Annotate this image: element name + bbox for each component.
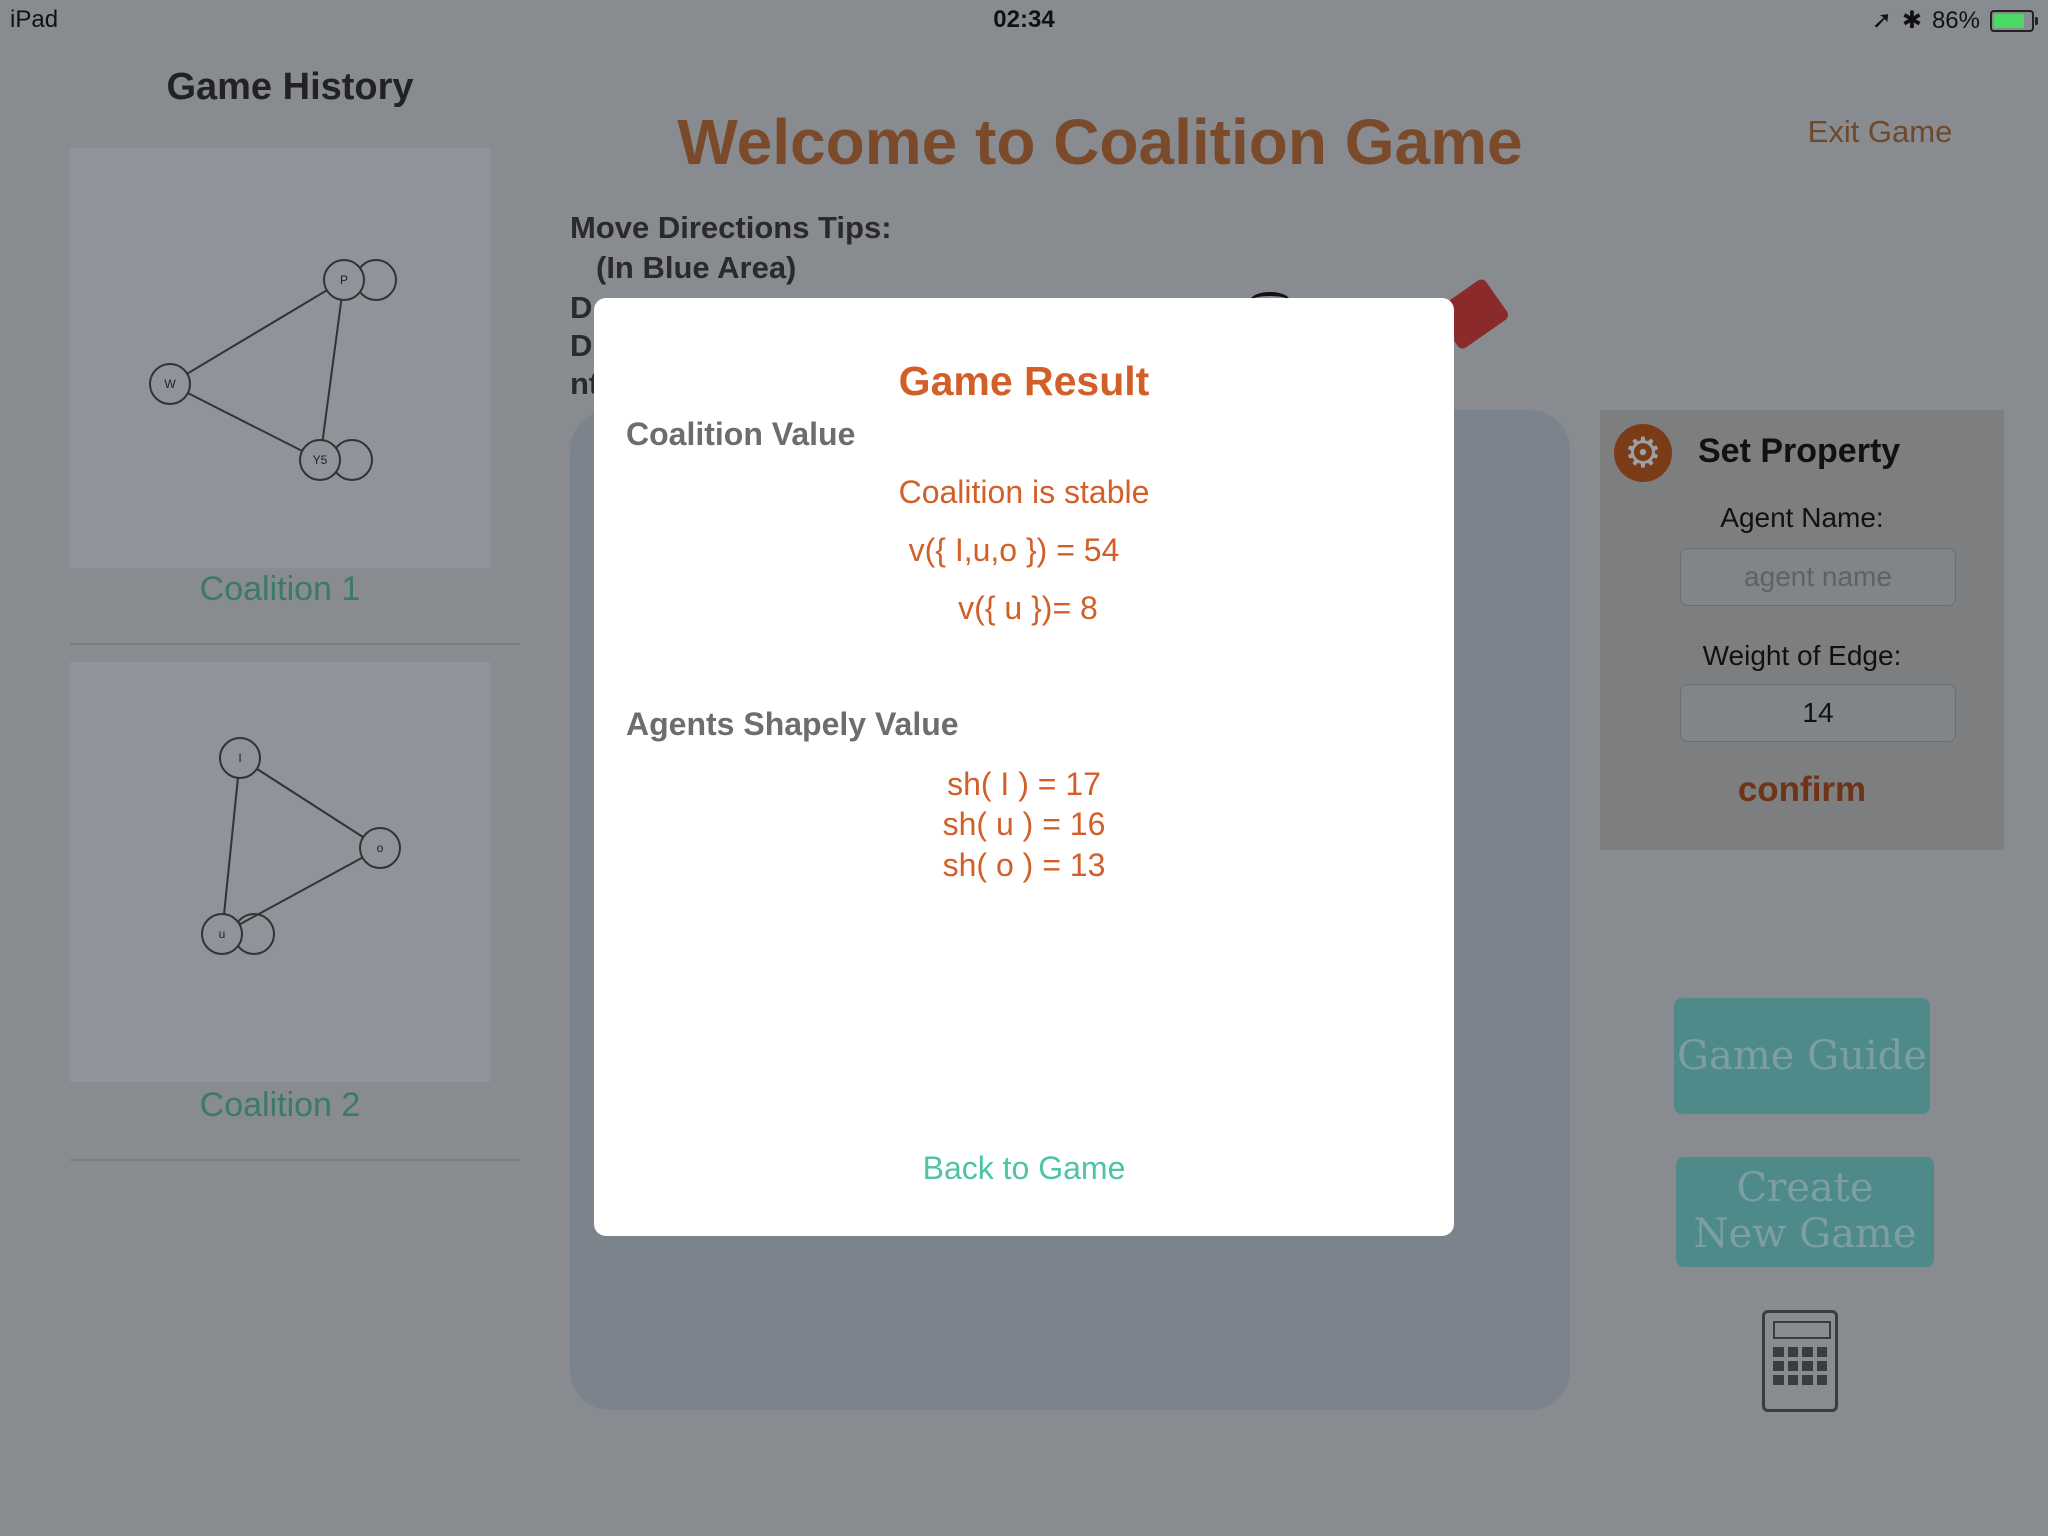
- game-result-dialog: Game Result Coalition Value Coalition is…: [594, 298, 1454, 1236]
- calculator-icon[interactable]: [1762, 1310, 1838, 1412]
- coalition-2-thumbnail[interactable]: I o u: [70, 662, 490, 1082]
- status-right: ➚ ✱ 86%: [1871, 6, 2038, 35]
- coalition-1-label[interactable]: Coalition 1: [70, 570, 490, 609]
- bluetooth-icon: ✱: [1901, 7, 1922, 34]
- exit-game-button[interactable]: Exit Game: [1740, 114, 2020, 150]
- coalition-value-heading: Coalition Value: [626, 416, 856, 452]
- gear-icon: ⚙: [1614, 424, 1672, 482]
- create-button-line: New Game: [1693, 1211, 1917, 1257]
- battery-icon: [1990, 9, 2038, 32]
- agent-name-label: Agent Name:: [1720, 502, 1884, 533]
- tips-line: D: [570, 328, 593, 363]
- page-title: Welcome to Coalition Game: [677, 106, 1523, 178]
- game-guide-button[interactable]: Game Guide: [1674, 998, 1930, 1114]
- back-to-game-button[interactable]: Back to Game: [594, 1150, 1454, 1187]
- dialog-title: Game Result: [898, 358, 1150, 404]
- game-history-title: Game History: [166, 66, 414, 108]
- coalition-2-label[interactable]: Coalition 2: [70, 1086, 490, 1125]
- shapley-value: sh( u ) = 16: [942, 806, 1106, 842]
- status-bar: iPad 02:34 ➚ ✱ 86%: [0, 0, 2048, 40]
- battery-percent: 86%: [1931, 6, 1980, 34]
- coalition-value: v({ I,u,o }) = 54: [908, 532, 1120, 568]
- edge-weight-input[interactable]: 14: [1680, 684, 1956, 742]
- clock: 02:34: [993, 6, 1055, 33]
- tips-subtitle: (In Blue Area): [596, 250, 797, 285]
- graph-node-label: P: [340, 273, 348, 287]
- graph-node-label: I: [238, 751, 241, 765]
- graph-node-label: o: [377, 841, 384, 855]
- agent-value: v({ u })= 8: [958, 590, 1098, 626]
- graph-node-label: Y5: [313, 453, 328, 467]
- coalition-2-graph: I o u: [201, 737, 401, 955]
- coalition-1-graph: P W Y5: [149, 259, 397, 481]
- agent-name-input[interactable]: agent name: [1680, 548, 1956, 606]
- location-icon: ➚: [1871, 7, 1892, 34]
- create-button-line: Create: [1736, 1165, 1874, 1211]
- edge-weight-label: Weight of Edge:: [1702, 640, 1902, 671]
- graph-node-label: u: [219, 927, 226, 941]
- shapley-value: sh( I ) = 17: [947, 766, 1101, 802]
- stability-status: Coalition is stable: [898, 474, 1150, 510]
- tips-title: Move Directions Tips:: [570, 210, 892, 245]
- tips-line: D: [570, 290, 593, 325]
- shapley-value: sh( o ) = 13: [942, 847, 1106, 883]
- set-property-title: Set Property: [1698, 432, 1901, 470]
- coalition-1-thumbnail[interactable]: P W Y5: [70, 148, 490, 568]
- sidebar-divider: [70, 643, 520, 645]
- confirm-button[interactable]: confirm: [1600, 770, 2004, 810]
- sidebar-divider: [70, 1159, 520, 1161]
- shapley-heading: Agents Shapely Value: [626, 706, 959, 742]
- graph-node-label: W: [164, 377, 176, 391]
- create-new-game-button[interactable]: Create New Game: [1676, 1157, 1934, 1267]
